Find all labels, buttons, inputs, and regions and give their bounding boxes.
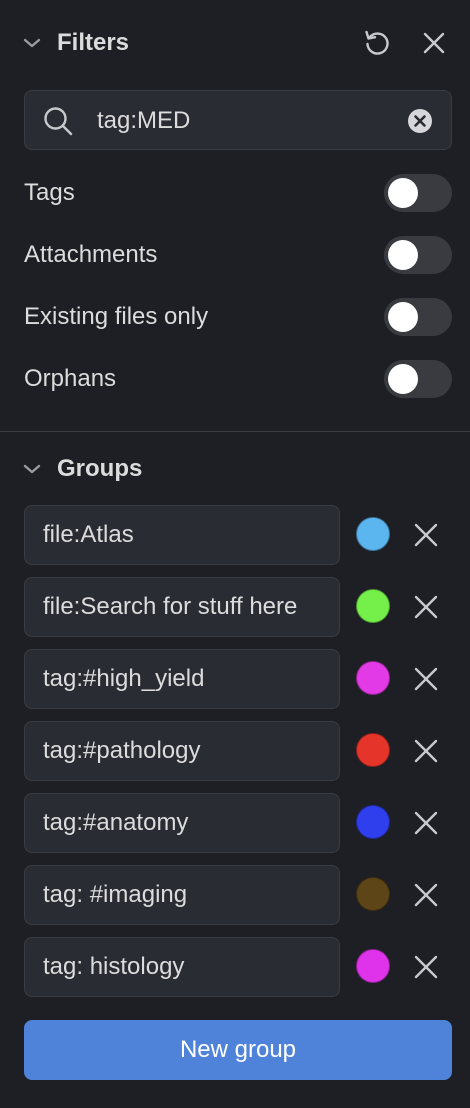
filters-section-header[interactable]: Filters — [0, 23, 470, 63]
orphans-toggle[interactable] — [384, 360, 452, 398]
clear-circle-icon[interactable] — [406, 107, 434, 135]
toggle-row-attachments: Attachments — [0, 235, 470, 275]
attachments-toggle[interactable] — [384, 236, 452, 274]
search-field[interactable] — [24, 90, 452, 150]
group-query-input[interactable] — [24, 505, 340, 565]
groups-title: Groups — [57, 455, 143, 482]
group-color-swatch[interactable] — [356, 877, 390, 911]
toggle-row-tags: Tags — [0, 173, 470, 213]
section-divider — [0, 431, 470, 432]
group-color-swatch[interactable] — [356, 661, 390, 695]
groups-section-header[interactable]: Groups — [0, 449, 470, 489]
close-icon[interactable] — [410, 807, 442, 839]
close-icon[interactable] — [410, 879, 442, 911]
search-input[interactable] — [97, 101, 397, 141]
group-row — [0, 937, 470, 997]
existing-files-toggle[interactable] — [384, 298, 452, 336]
group-color-swatch[interactable] — [356, 517, 390, 551]
close-icon[interactable] — [410, 591, 442, 623]
group-color-swatch[interactable] — [356, 589, 390, 623]
group-color-swatch[interactable] — [356, 949, 390, 983]
toggle-label: Tags — [24, 179, 75, 206]
close-icon[interactable] — [410, 519, 442, 551]
toggle-knob — [388, 364, 418, 394]
close-icon[interactable] — [410, 735, 442, 767]
tags-toggle[interactable] — [384, 174, 452, 212]
toggle-knob — [388, 240, 418, 270]
group-query-input[interactable] — [24, 793, 340, 853]
group-row — [0, 865, 470, 925]
group-row — [0, 721, 470, 781]
search-icon — [43, 106, 73, 136]
close-icon[interactable] — [416, 25, 452, 61]
group-row — [0, 649, 470, 709]
toggle-label: Existing files only — [24, 303, 209, 330]
toggle-row-existing-files: Existing files only — [0, 297, 470, 337]
group-color-swatch[interactable] — [356, 733, 390, 767]
toggle-label: Orphans — [24, 365, 117, 392]
group-query-input[interactable] — [24, 865, 340, 925]
chevron-down-icon[interactable] — [22, 33, 42, 53]
group-row — [0, 793, 470, 853]
group-query-input[interactable] — [24, 937, 340, 997]
group-query-input[interactable] — [24, 649, 340, 709]
group-query-input[interactable] — [24, 721, 340, 781]
toggle-knob — [388, 178, 418, 208]
group-row — [0, 577, 470, 637]
new-group-button[interactable]: New group — [24, 1020, 452, 1080]
toggle-label: Attachments — [24, 241, 158, 268]
group-color-swatch[interactable] — [356, 805, 390, 839]
group-query-input[interactable] — [24, 577, 340, 637]
graph-filters-panel: Filters tag:MED Tags Attachments Existin… — [0, 0, 470, 1108]
toggle-row-orphans: Orphans — [0, 359, 470, 399]
close-icon[interactable] — [410, 663, 442, 695]
group-row — [0, 505, 470, 565]
filters-title: Filters — [57, 29, 130, 56]
chevron-down-icon[interactable] — [22, 459, 42, 479]
toggle-knob — [388, 302, 418, 332]
restore-icon[interactable] — [359, 25, 395, 61]
close-icon[interactable] — [410, 951, 442, 983]
